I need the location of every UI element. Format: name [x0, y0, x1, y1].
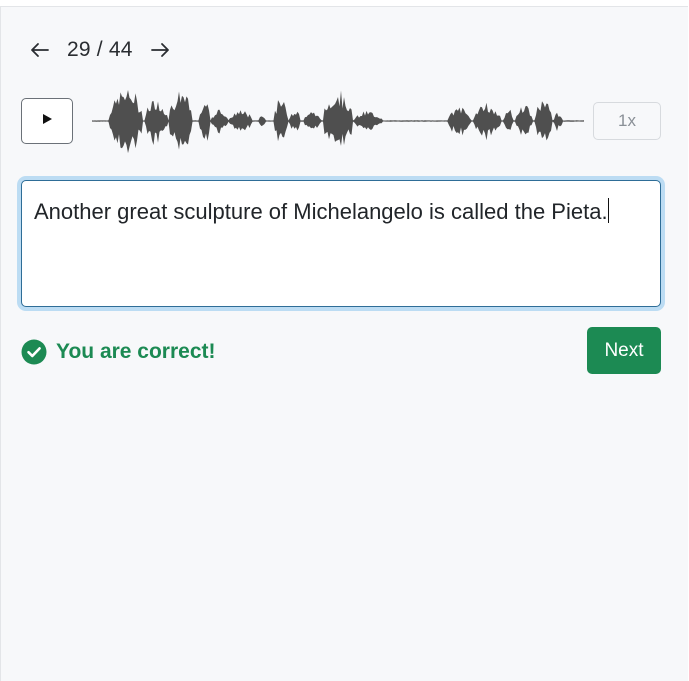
- play-button[interactable]: [21, 98, 73, 144]
- result-message: You are correct!: [21, 339, 216, 365]
- play-icon: [41, 112, 53, 130]
- result-text: You are correct!: [56, 340, 216, 363]
- text-caret: [607, 198, 609, 223]
- exercise-navigation: 29 / 44: [29, 35, 171, 65]
- current-exercise-number: 29: [67, 38, 91, 61]
- counter-separator: /: [96, 38, 103, 61]
- next-button[interactable]: Next: [587, 327, 661, 374]
- answer-input[interactable]: Another great sculpture of Michelangelo …: [21, 180, 661, 307]
- next-button-label: Next: [604, 339, 644, 361]
- audio-waveform[interactable]: [92, 84, 584, 156]
- playback-speed-label: 1x: [618, 111, 636, 130]
- next-arrow-icon[interactable]: [149, 39, 171, 61]
- exercise-counter: 29 / 44: [67, 38, 133, 62]
- answer-text: Another great sculpture of Michelangelo …: [34, 199, 608, 224]
- playback-speed-button[interactable]: 1x: [593, 102, 661, 140]
- waveform-shape: [92, 90, 584, 154]
- previous-arrow-icon[interactable]: [29, 39, 51, 61]
- total-exercise-count: 44: [108, 38, 133, 61]
- check-circle-icon: [21, 339, 47, 365]
